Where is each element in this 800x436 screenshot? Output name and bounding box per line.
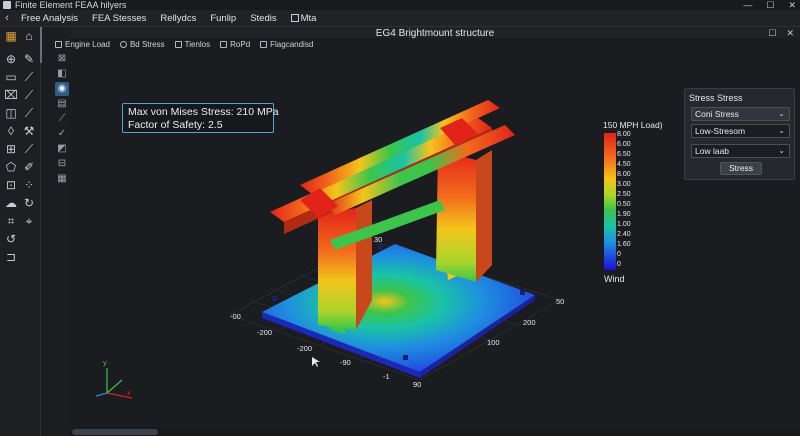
chevron-down-icon: ⌄ [778, 126, 785, 135]
color-scale-bar [604, 133, 616, 270]
stress-control-panel: Stress Stress Coni Stress ⌄ Low-Stresom … [684, 88, 795, 180]
axis-label: -1 [383, 372, 390, 381]
axis-label: -00 [230, 312, 241, 321]
axis-label: 50 [556, 297, 565, 306]
legend-tick: 1.00 [617, 221, 631, 228]
scrollbar-thumb[interactable] [72, 429, 158, 435]
legend-tick: 0 [617, 261, 621, 268]
left-pillar [318, 208, 356, 330]
stress-range-select[interactable]: Low-Stresom ⌄ [691, 124, 790, 138]
legend-tick: 3.00 [617, 181, 631, 188]
triad-x-label: x [127, 388, 131, 397]
legend-tick: 8.00 [617, 131, 631, 138]
legend-tick: 0 [617, 251, 621, 258]
axis-label: -90 [340, 358, 351, 367]
panel-title: Stress Stress [689, 93, 743, 103]
safety-factor-label: Factor of Safety: 2.5 [128, 119, 223, 131]
legend-tick: 8.00 [617, 171, 631, 178]
chevron-down-icon: ⌄ [778, 109, 785, 118]
load-case-select[interactable]: Low laab ⌄ [691, 144, 790, 158]
mouse-cursor [312, 357, 320, 367]
axis-label: 90 [413, 380, 422, 389]
axis-label: 30 [374, 235, 383, 244]
axis-label: -200 [297, 344, 313, 353]
horizontal-scrollbar[interactable] [70, 428, 800, 436]
legend-tick: 6.50 [617, 151, 631, 158]
stress-button[interactable]: Stress [720, 162, 762, 175]
stress-type-select[interactable]: Coni Stress ⌄ [691, 107, 790, 121]
legend-tick: 4.50 [617, 161, 631, 168]
chevron-down-icon: ⌄ [778, 146, 785, 155]
stress-contour-model [95, 100, 561, 399]
right-pillar [436, 150, 476, 282]
legend-tick: 0.50 [617, 201, 631, 208]
axis-label: -200 [257, 328, 273, 337]
legend-tick: 1.60 [617, 241, 631, 248]
legend-tick: 2.50 [617, 191, 631, 198]
axis-label: 200 [523, 318, 536, 327]
legend-tick: 2.40 [617, 231, 631, 238]
legend-tick: 1.90 [617, 211, 631, 218]
legend-title: 150 MPH Load) [603, 120, 663, 130]
legend-tick: 6.00 [617, 141, 631, 148]
legend-footer: Wind [604, 274, 625, 284]
triad-y-label: y [103, 358, 107, 367]
max-stress-label: Max von Mises Stress: 210 MPa [128, 106, 279, 118]
stress-summary-box: Max von Mises Stress: 210 MPa Factor of … [122, 103, 279, 133]
axis-label: 100 [487, 338, 500, 347]
